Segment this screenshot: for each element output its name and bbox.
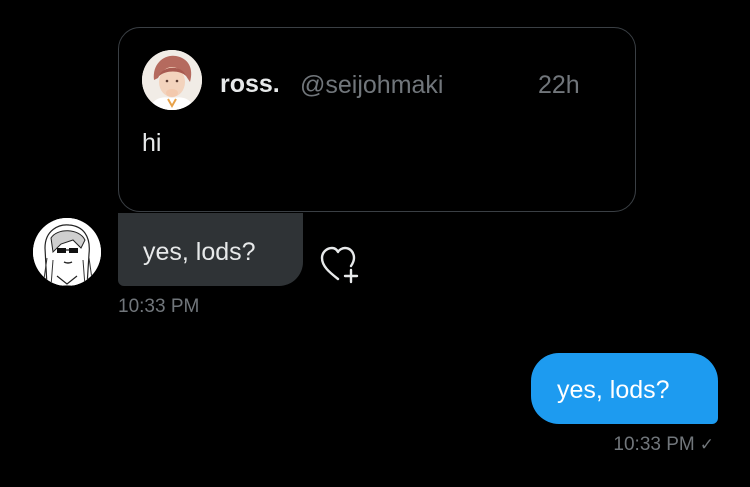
avatar-illustration-icon [142, 50, 202, 110]
quoted-tweet-text: hi [142, 129, 162, 157]
quoted-tweet-display-name[interactable]: ross. [220, 70, 280, 99]
sender-avatar[interactable] [33, 218, 101, 286]
sent-message-bubble[interactable]: yes, lods? [531, 353, 718, 424]
sent-message-meta: 10:33 PM ✓ [613, 434, 714, 456]
sent-message-timestamp: 10:33 PM [613, 434, 695, 455]
sent-message-text: yes, lods? [557, 376, 670, 404]
received-message-text: yes, lods? [143, 238, 256, 266]
quoted-tweet-card[interactable]: ross. @seijohmaki 22h hi [118, 27, 636, 212]
quoted-tweet-time: 22h [538, 71, 580, 99]
heart-plus-icon[interactable] [319, 243, 369, 287]
check-icon: ✓ [699, 435, 714, 454]
quoted-tweet-avatar[interactable] [142, 50, 202, 110]
quoted-tweet-handle[interactable]: @seijohmaki [300, 71, 443, 100]
received-message-timestamp: 10:33 PM [118, 296, 200, 317]
received-message-bubble[interactable]: yes, lods? [118, 213, 303, 286]
avatar-sketch-icon [33, 218, 101, 286]
